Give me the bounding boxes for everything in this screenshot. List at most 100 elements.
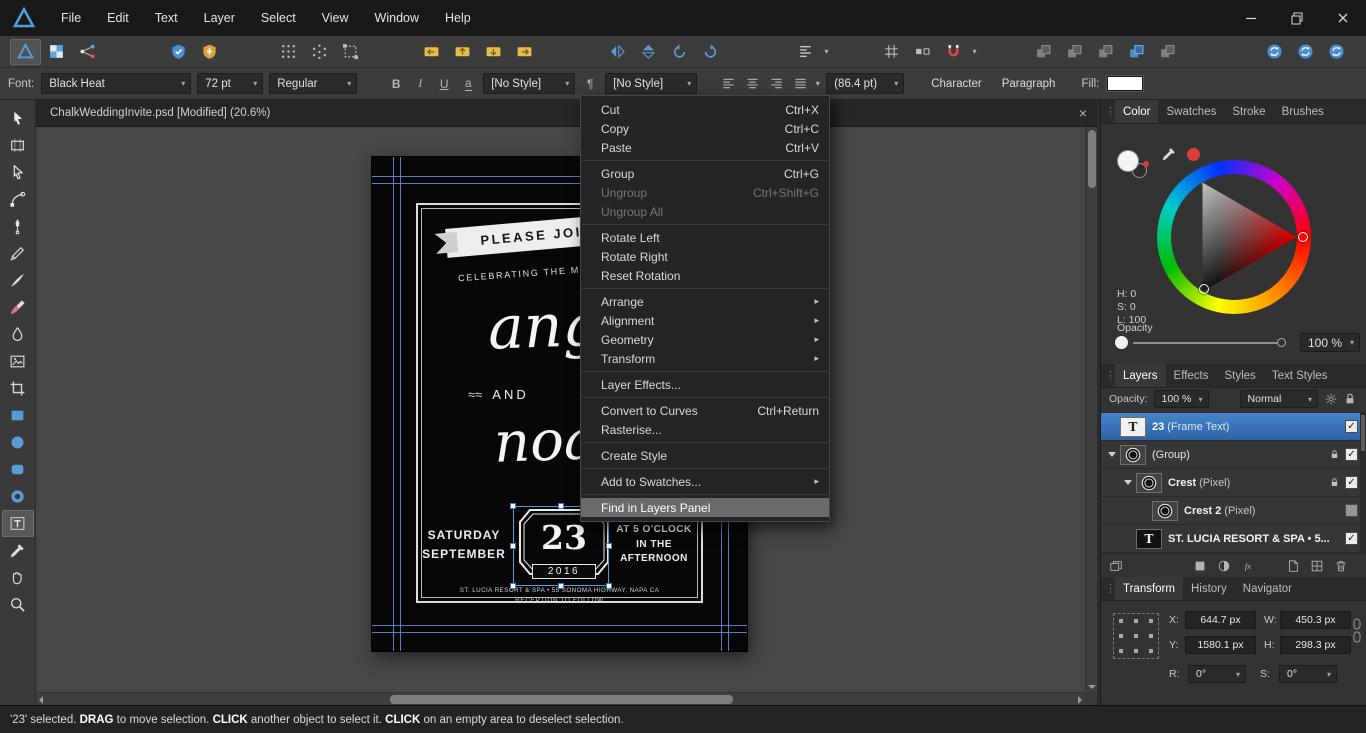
context-menu-item-transform[interactable]: Transform ▸ — [581, 349, 829, 368]
insert-replace-button[interactable] — [509, 39, 540, 65]
persona-designer-button[interactable] — [10, 38, 41, 65]
stroke-swatch[interactable] — [1117, 150, 1139, 172]
scroll-right-icon[interactable] — [1078, 696, 1082, 704]
paint-brush-tool-button[interactable] — [2, 294, 34, 321]
menu-item-file[interactable]: File — [48, 0, 94, 36]
paragraph-style-select[interactable]: [No Style] ▾ — [605, 73, 698, 94]
magnet-button[interactable] — [938, 39, 969, 65]
shear-select[interactable]: 0° ▾ — [1279, 665, 1337, 683]
move-tool-button[interactable] — [2, 105, 34, 132]
menu-item-edit[interactable]: Edit — [94, 0, 142, 36]
rotate-cw-button[interactable] — [695, 39, 726, 65]
alignment-caret-icon[interactable]: ▾ — [821, 47, 832, 56]
tab-layers[interactable]: Layers — [1115, 364, 1166, 387]
tab-text-styles[interactable]: Text Styles — [1264, 364, 1336, 387]
selection-handle[interactable] — [510, 503, 516, 509]
font-style-select[interactable]: Regular ▾ — [269, 73, 358, 94]
selection-handle[interactable] — [558, 503, 564, 509]
character-style-select[interactable]: [No Style] ▾ — [483, 73, 576, 94]
menu-item-window[interactable]: Window — [362, 0, 432, 36]
canvas[interactable]: PLEASE JOIN CELEBRATING THE M ange ≈≈ AND… — [36, 127, 1097, 705]
tab-history[interactable]: History — [1183, 577, 1235, 600]
horizontal-scrollbar[interactable] — [36, 692, 1085, 705]
node-tool-button[interactable] — [2, 159, 34, 186]
context-menu-item-arrange[interactable]: Arrange ▸ — [581, 292, 829, 311]
transform-x-input[interactable]: 644.7 px — [1185, 611, 1256, 629]
new-page-button[interactable] — [1286, 559, 1300, 573]
tab-close-icon[interactable]: × — [1079, 106, 1087, 120]
minimize-button[interactable] — [1228, 0, 1274, 36]
italic-button[interactable]: I — [409, 73, 431, 94]
menu-item-layer[interactable]: Layer — [191, 0, 248, 36]
context-menu-item-reset-rotation[interactable]: Reset Rotation — [581, 266, 829, 285]
arrange-gray-button[interactable] — [1090, 39, 1121, 65]
transform-y-input[interactable]: 1580.1 px — [1185, 636, 1256, 654]
arrange-blue-button[interactable] — [1121, 39, 1152, 65]
solid-square-button[interactable] — [1193, 559, 1207, 573]
zoom-tool-button[interactable] — [2, 591, 34, 618]
grid-dots-button[interactable] — [273, 39, 304, 65]
badge-gold-button[interactable] — [194, 39, 225, 65]
hue-selector[interactable] — [1298, 232, 1308, 242]
context-menu-item-copy[interactable]: Copy Ctrl+C — [581, 119, 829, 138]
context-menu-item-rasterise[interactable]: Rasterise... — [581, 420, 829, 439]
new-grid-button[interactable] — [1310, 559, 1324, 573]
anchor-dot[interactable] — [1119, 648, 1124, 653]
tab-brushes[interactable]: Brushes — [1274, 100, 1332, 123]
scroll-down-icon[interactable] — [1088, 685, 1096, 689]
context-menu-item-alignment[interactable]: Alignment ▸ — [581, 311, 829, 330]
blend-options-button[interactable] — [1321, 392, 1341, 406]
insert-inside-button[interactable] — [478, 39, 509, 65]
context-menu-item-add-to-swatches[interactable]: Add to Swatches... ▸ — [581, 472, 829, 491]
visibility-checkbox[interactable]: ✓ — [1345, 448, 1358, 461]
arrange-gray-button[interactable] — [1028, 39, 1059, 65]
magnet-caret-icon[interactable]: ▾ — [969, 47, 980, 56]
visibility-checkbox[interactable]: ✓ — [1345, 476, 1358, 489]
horizontal-scroll-thumb[interactable] — [390, 695, 733, 704]
arrange-gray-button[interactable] — [1152, 39, 1183, 65]
fill-swatch[interactable] — [1107, 76, 1144, 91]
menu-item-select[interactable]: Select — [248, 0, 309, 36]
app-logo-icon[interactable] — [0, 0, 48, 36]
context-menu-item-create-style[interactable]: Create Style — [581, 446, 829, 465]
font-size-select[interactable]: 72 pt ▾ — [197, 73, 264, 94]
rotate-ccw-button[interactable] — [664, 39, 695, 65]
tab-swatches[interactable]: Swatches — [1158, 100, 1224, 123]
orb-button[interactable] — [1290, 39, 1321, 65]
crop-tool-button[interactable] — [2, 375, 34, 402]
anchor-dot[interactable] — [1119, 619, 1124, 624]
align-left-button[interactable] — [717, 73, 739, 94]
transform-w-input[interactable]: 450.3 px — [1280, 611, 1351, 629]
artboard-tool-button[interactable] — [2, 132, 34, 159]
font-family-select[interactable]: Black Heat ▾ — [41, 73, 192, 94]
color-wheel[interactable] — [1157, 160, 1311, 314]
anchor-dot[interactable] — [1148, 648, 1153, 653]
grid-iso-button[interactable] — [304, 39, 335, 65]
visibility-checkbox[interactable] — [1345, 504, 1358, 517]
vector-brush-tool-button[interactable] — [2, 267, 34, 294]
expander-icon[interactable] — [1121, 476, 1134, 489]
visibility-checkbox[interactable]: ✓ — [1345, 420, 1358, 433]
insert-top-button[interactable] — [447, 39, 478, 65]
alignment-button[interactable] — [790, 39, 821, 65]
blend-mode-select[interactable]: Normal ▾ — [1239, 390, 1318, 408]
anchor-dot[interactable] — [1133, 648, 1138, 653]
stack-button[interactable] — [1109, 559, 1123, 573]
vertical-scrollbar[interactable] — [1085, 127, 1097, 692]
context-menu-item-cut[interactable]: Cut Ctrl+X — [581, 100, 829, 119]
flip-h-button[interactable] — [602, 39, 633, 65]
vertical-scroll-thumb[interactable] — [1088, 130, 1096, 188]
fx-button[interactable]: fx — [1241, 559, 1255, 573]
leading-select[interactable]: (86.4 pt) ▾ — [826, 73, 905, 94]
anchor-dot[interactable] — [1119, 633, 1124, 638]
link-dimensions-icon[interactable] — [1351, 617, 1363, 648]
layer-row[interactable]: Crest (Pixel) ✓ — [1101, 469, 1366, 497]
rotation-select[interactable]: 0° ▾ — [1188, 665, 1246, 683]
lock-layer-button[interactable] — [1340, 392, 1360, 406]
layer-opacity-select[interactable]: 100 % ▾ — [1153, 390, 1209, 408]
character-panel-button[interactable]: Character — [921, 73, 992, 95]
persona-pixel-button[interactable] — [41, 39, 72, 65]
restore-button[interactable] — [1274, 0, 1320, 36]
opacity-value-select[interactable]: 100 % ▾ — [1300, 333, 1360, 352]
anchor-point-selector[interactable] — [1113, 613, 1159, 659]
